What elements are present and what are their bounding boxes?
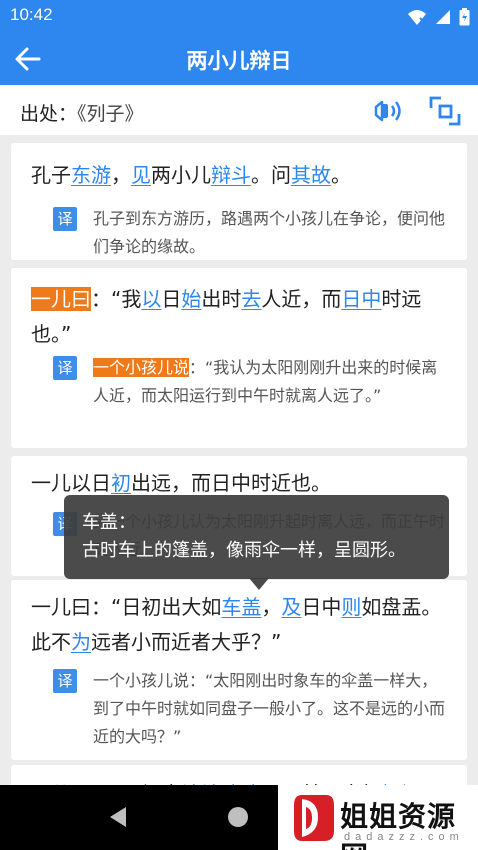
source-bar: 出处：《列子》 bbox=[0, 85, 478, 135]
annotated-word[interactable]: 则 bbox=[341, 595, 361, 619]
text-segment: 孔子 bbox=[31, 163, 71, 187]
annotated-word[interactable]: 辩斗 bbox=[211, 163, 251, 187]
text-segment: 孔子到东方游历，路遇两个小孩儿在争论，便问他们争论的缘故。 bbox=[93, 209, 446, 256]
original-text: 一儿曰：“日初出沧沧凉凉，及其日中如探汤 bbox=[31, 777, 449, 785]
read-aloud-button[interactable] bbox=[372, 95, 406, 127]
translation-text: 一个小孩儿说：“太阳刚出时象车的伞盖一样大，到了中午时就如同盘子一般小了。这不是… bbox=[93, 667, 445, 751]
text-segment: 日中 bbox=[301, 595, 342, 619]
speaker-icon bbox=[374, 100, 401, 122]
tooltip-term: 车盖： bbox=[82, 512, 136, 533]
text-segment: 。 bbox=[331, 163, 351, 187]
annotated-word[interactable]: 为 bbox=[71, 630, 91, 654]
nav-back-icon[interactable] bbox=[108, 805, 128, 829]
text-segment: 一儿以日 bbox=[31, 471, 111, 495]
text-segment: ：“我 bbox=[91, 287, 142, 311]
annotated-word[interactable]: 东游 bbox=[71, 163, 111, 187]
text-segment: 两小儿 bbox=[151, 163, 211, 187]
source-info: 出处：《列子》 bbox=[20, 99, 144, 126]
sentence-card[interactable]: 一儿曰：“日初出沧沧凉凉，及其日中如探汤 bbox=[11, 765, 467, 785]
translate-badge: 译 bbox=[53, 669, 77, 693]
text-segment: 一儿曰：“日初出大如 bbox=[31, 595, 222, 619]
watermark-url: dadazzz.com bbox=[344, 831, 464, 843]
original-text: 一儿曰：“日初出大如车盖，及日中则如盘盂。此不为远者小而近者大乎？” bbox=[31, 590, 449, 660]
sentence-card[interactable]: 一儿曰：“日初出大如车盖，及日中则如盘盂。此不为远者小而近者大乎？” 译 一个小… bbox=[11, 580, 467, 760]
text-segment: ， bbox=[261, 595, 282, 619]
annotated-word[interactable]: 车盖 bbox=[221, 595, 261, 619]
battery-icon bbox=[459, 8, 470, 26]
status-icons bbox=[407, 7, 470, 27]
speaker-highlight: 一儿曰 bbox=[31, 287, 91, 311]
sentence-card[interactable]: 孔子东游，见两小儿辩斗。问其故。 译 孔子到东方游历，路遇两个小孩儿在争论，便问… bbox=[11, 143, 467, 260]
text-segment: 远者小而近者大乎？” bbox=[91, 630, 282, 654]
annotated-word[interactable]: 初 bbox=[111, 471, 131, 495]
status-bar: 10:42 bbox=[0, 0, 478, 33]
original-text: 孔子东游，见两小儿辩斗。问其故。 bbox=[31, 158, 449, 193]
translation-text: 一个小孩儿说：“我认为太阳刚刚升出来的时候离人近，而太阳运行到中午时就离人远了。… bbox=[93, 354, 445, 410]
annotated-word[interactable]: 其故 bbox=[291, 163, 331, 187]
text-segment: 人近，而 bbox=[261, 287, 342, 311]
tooltip-definition: 古时车上的篷盖，像雨伞一样，呈圆形。 bbox=[82, 540, 406, 561]
text-segment: 。问 bbox=[251, 163, 291, 187]
original-text: 一儿曰：“我以日始出时去人近，而日中时远也。” bbox=[31, 282, 449, 352]
definition-tooltip: 车盖： 古时车上的篷盖，像雨伞一样，呈圆形。 bbox=[64, 495, 449, 579]
source-name: 《列子》 bbox=[77, 103, 144, 125]
text-segment: ， bbox=[111, 163, 131, 187]
speaker-highlight: 一个小孩儿说 bbox=[93, 358, 190, 377]
text-segment: 出远，而日中时近也。 bbox=[131, 471, 331, 495]
text-segment: 一个小孩儿说：“太阳刚出时象车的伞盖一样大，到了中午时就如同盘子一般小了。这不是… bbox=[93, 671, 446, 746]
source-label: 出处： bbox=[20, 103, 78, 125]
content-list[interactable]: 孔子东游，见两小儿辩斗。问其故。 译 孔子到东方游历，路遇两个小孩儿在争论，便问… bbox=[0, 135, 478, 785]
translate-badge: 译 bbox=[53, 207, 77, 231]
watermark-logo-icon bbox=[294, 795, 334, 841]
translate-badge: 译 bbox=[53, 356, 77, 380]
signal-icon bbox=[436, 10, 450, 24]
text-segment: 日 bbox=[161, 287, 182, 311]
translation-text: 孔子到东方游历，路遇两个小孩儿在争论，便问他们争论的缘故。 bbox=[93, 205, 445, 261]
app-bar: 两小儿辩日 bbox=[0, 33, 478, 85]
watermark: 姐姐资源网 dadazzz.com bbox=[278, 785, 478, 850]
sentence-card[interactable]: 一儿曰：“我以日始出时去人近，而日中时远也。” 译 一个小孩儿说：“我认为太阳刚… bbox=[11, 268, 467, 448]
switch-view-icon bbox=[429, 96, 461, 126]
annotated-word[interactable]: 始 bbox=[181, 287, 201, 311]
layout-switch-button[interactable] bbox=[428, 94, 462, 128]
text-segment: 出时 bbox=[201, 287, 242, 311]
tooltip-arrow bbox=[249, 578, 269, 590]
annotated-word[interactable]: 以 bbox=[141, 287, 161, 311]
annotated-word[interactable]: 见 bbox=[131, 163, 151, 187]
wifi-icon bbox=[408, 10, 427, 25]
page-title: 两小儿辩日 bbox=[186, 49, 292, 73]
nav-home-button[interactable] bbox=[228, 807, 248, 827]
annotated-word[interactable]: 去 bbox=[241, 287, 261, 311]
annotated-word[interactable]: 及 bbox=[281, 595, 301, 619]
status-time: 10:42 bbox=[10, 5, 53, 24]
navigation-bar: 姐姐资源网 dadazzz.com bbox=[0, 785, 478, 850]
annotated-word[interactable]: 日中 bbox=[341, 287, 381, 311]
